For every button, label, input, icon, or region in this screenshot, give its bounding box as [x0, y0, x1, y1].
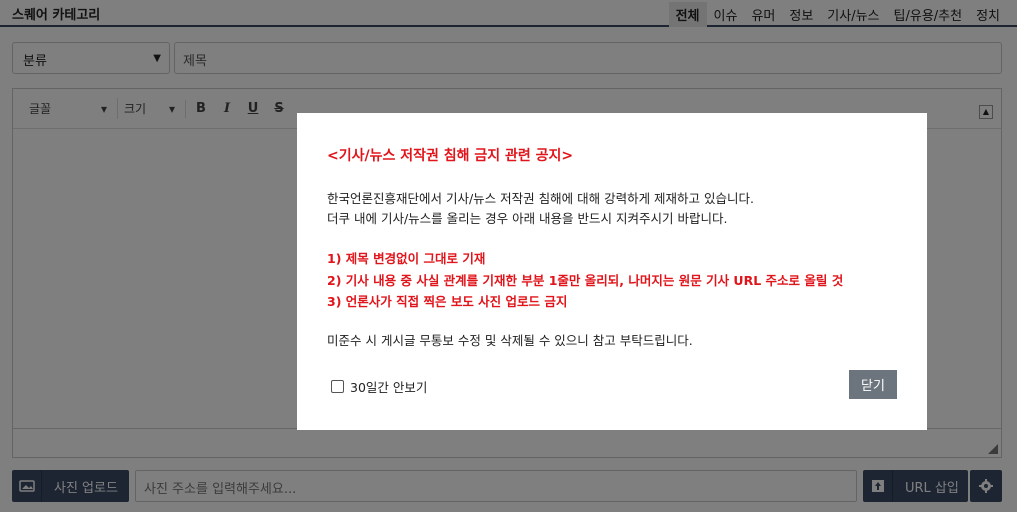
modal-intro-line2: 더쿠 내에 기사/뉴스를 올리는 경우 아래 내용을 반드시 지켜주시기 바랍니… [327, 211, 728, 226]
modal-rule-2: 2) 기사 내용 중 사실 관계를 기재한 부분 1줄만 올리되, 나머지는 원… [327, 273, 844, 288]
modal-title: <기사/뉴스 저작권 침해 금지 관련 공지> [327, 148, 574, 164]
modal-footnote: 미준수 시 게시글 무통보 수정 및 삭제될 수 있으니 참고 부탁드립니다. [327, 333, 693, 348]
hide-30-days-label: 30일간 안보기 [350, 380, 428, 395]
hide-30-days-option[interactable]: 30일간 안보기 [331, 377, 427, 396]
modal-intro-line1: 한국언론진흥재단에서 기사/뉴스 저작권 침해에 대해 강력하게 제재하고 있습… [327, 191, 755, 206]
notice-modal: <기사/뉴스 저작권 침해 금지 관련 공지> 한국언론진흥재단에서 기사/뉴스… [297, 113, 927, 430]
close-button[interactable]: 닫기 [849, 370, 897, 399]
modal-rule-3: 3) 언론사가 직접 찍은 보도 사진 업로드 금지 [327, 294, 568, 309]
modal-rule-1: 1) 제목 변경없이 그대로 기재 [327, 251, 486, 266]
hide-30-days-checkbox[interactable] [331, 380, 344, 393]
